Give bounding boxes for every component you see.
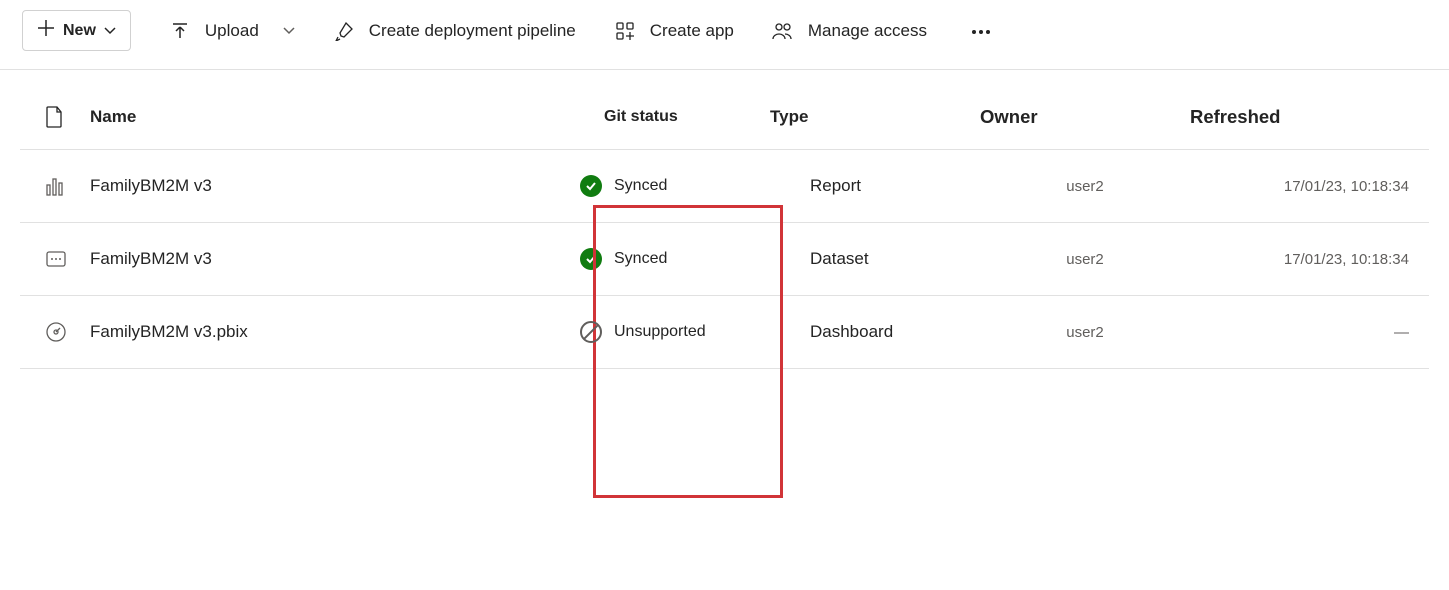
- create-app-label: Create app: [650, 21, 734, 41]
- header-owner[interactable]: Owner: [980, 106, 1190, 128]
- item-git-status: Synced: [580, 248, 770, 270]
- people-icon: [772, 20, 794, 42]
- dashboard-icon: [20, 321, 90, 343]
- rocket-icon: [333, 20, 355, 42]
- header-git-status[interactable]: Git status: [580, 108, 770, 126]
- table-header-row: Name Git status Type Owner Refreshed: [20, 85, 1429, 150]
- check-circle-icon: [580, 175, 602, 197]
- item-refreshed: 17/01/23, 10:18:34: [1190, 178, 1429, 195]
- chevron-down-icon: [104, 24, 116, 38]
- prohibited-icon: [580, 321, 602, 343]
- header-type[interactable]: Type: [770, 107, 980, 127]
- chevron-down-icon: [283, 24, 295, 38]
- app-icon: [614, 20, 636, 42]
- item-type: Report: [770, 176, 980, 196]
- create-pipeline-button[interactable]: Create deployment pipeline: [333, 20, 576, 42]
- toolbar: New Upload Create deployment pipeline Cr…: [0, 0, 1449, 70]
- dataset-icon: [20, 248, 90, 270]
- create-app-button[interactable]: Create app: [614, 20, 734, 42]
- item-name: FamilyBM2M v3: [90, 249, 580, 269]
- header-refreshed[interactable]: Refreshed: [1190, 106, 1429, 128]
- item-owner: user2: [980, 251, 1190, 268]
- manage-access-label: Manage access: [808, 21, 927, 41]
- item-refreshed: —: [1190, 324, 1429, 341]
- table-row[interactable]: FamilyBM2M v3 Synced Dataset user2 17/01…: [20, 223, 1429, 296]
- item-name: FamilyBM2M v3: [90, 176, 580, 196]
- more-options-button[interactable]: [965, 16, 997, 46]
- header-icon: [20, 106, 90, 128]
- new-button[interactable]: New: [22, 10, 131, 51]
- new-button-label: New: [63, 22, 96, 40]
- item-type: Dashboard: [770, 322, 980, 342]
- upload-label: Upload: [205, 21, 259, 41]
- item-name: FamilyBM2M v3.pbix: [90, 322, 580, 342]
- item-owner: user2: [980, 324, 1190, 341]
- manage-access-button[interactable]: Manage access: [772, 20, 927, 42]
- plus-icon: [37, 19, 55, 42]
- upload-icon: [169, 20, 191, 42]
- item-refreshed: 17/01/23, 10:18:34: [1190, 251, 1429, 268]
- items-table: Name Git status Type Owner Refreshed Fam…: [0, 70, 1449, 369]
- table-row[interactable]: FamilyBM2M v3.pbix Unsupported Dashboard…: [20, 296, 1429, 369]
- item-git-status: Unsupported: [580, 321, 770, 343]
- item-git-status: Synced: [580, 175, 770, 197]
- upload-button[interactable]: Upload: [169, 20, 295, 42]
- check-circle-icon: [580, 248, 602, 270]
- report-icon: [20, 175, 90, 197]
- header-name[interactable]: Name: [90, 107, 580, 127]
- item-owner: user2: [980, 178, 1190, 195]
- git-status-label: Synced: [614, 250, 667, 268]
- git-status-label: Unsupported: [614, 323, 706, 341]
- table-row[interactable]: FamilyBM2M v3 Synced Report user2 17/01/…: [20, 150, 1429, 223]
- git-status-label: Synced: [614, 177, 667, 195]
- item-type: Dataset: [770, 249, 980, 269]
- create-pipeline-label: Create deployment pipeline: [369, 21, 576, 41]
